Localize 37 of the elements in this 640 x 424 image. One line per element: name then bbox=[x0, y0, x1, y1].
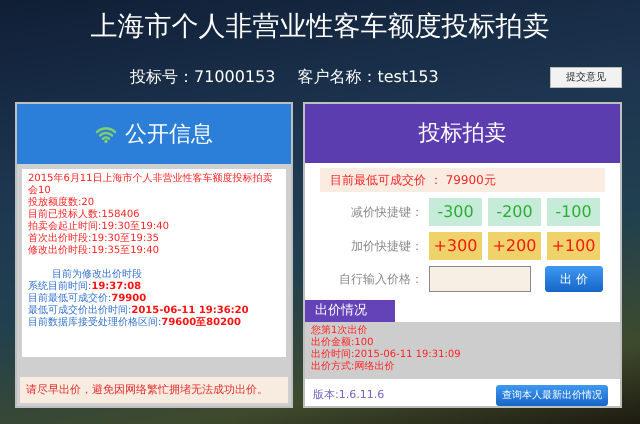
price-step-button[interactable]: -300 bbox=[429, 198, 482, 226]
price-input[interactable] bbox=[429, 266, 531, 292]
page-title: 上海市个人非营业性客车额度投标拍卖 bbox=[90, 10, 550, 44]
customer-name: 客户名称：test153 bbox=[297, 66, 439, 88]
submit-bid-button[interactable]: 出 价 bbox=[545, 266, 603, 292]
status-line: 您第1次出价 bbox=[311, 324, 368, 336]
version-text: 版本:1.6.11.6 bbox=[313, 387, 384, 404]
info-line: 拍卖会起止时间:19:30至19:40 bbox=[28, 221, 170, 232]
wifi-icon bbox=[95, 125, 117, 143]
info-line: 2015年6月11日上海市个人非营业性客车额度投标拍卖会10 bbox=[28, 173, 274, 196]
price-step-button[interactable]: +100 bbox=[547, 232, 600, 260]
status-line: 出价时间:2015-06-11 19:31:09 bbox=[311, 348, 462, 360]
price-step-button[interactable]: +300 bbox=[429, 232, 482, 260]
status-line: 系统目前时间:19:37:08 bbox=[28, 281, 142, 292]
info-line: 修改出价时段:19:35至19:40 bbox=[28, 245, 160, 257]
panel-title: 投标拍卖 bbox=[305, 104, 620, 164]
query-button[interactable]: 查询本人最新出价情况 bbox=[496, 385, 608, 406]
info-line: 投放额度数:20 bbox=[28, 197, 96, 208]
feedback-button[interactable]: 提交意见 bbox=[550, 67, 622, 88]
notice-text: 请尽早出价，避免因网络繁忙拥堵无法成功出价。 bbox=[20, 376, 288, 403]
price-step-button[interactable]: +200 bbox=[488, 232, 541, 260]
phase-text: 目前为修改出价时段 bbox=[51, 269, 143, 280]
lowest-price: 目前最低可成交价 ： 79900元 bbox=[320, 168, 605, 192]
row-label: 自行输入价格： bbox=[338, 271, 423, 288]
price-step-button[interactable]: -100 bbox=[547, 198, 600, 226]
status-line: 目前数据库接受处理价格区间:79600至80200 bbox=[28, 317, 242, 329]
row-label: 加价快捷键： bbox=[350, 238, 423, 256]
status-line: 出价金额:100 bbox=[311, 336, 374, 348]
info-line: 目前已投标人数:158406 bbox=[28, 209, 141, 220]
info-line: 首次出价时段:19:30至19:35 bbox=[28, 233, 160, 244]
panel-title: 公开信息 bbox=[125, 120, 213, 148]
status-line: 出价方式:网络出价 bbox=[311, 360, 396, 373]
bid-number: 投标号：71000153 bbox=[130, 66, 276, 88]
row-label: 减价快捷键： bbox=[350, 204, 423, 222]
status-line: 目前最低可成交价:79900 bbox=[28, 293, 148, 304]
price-step-button[interactable]: -200 bbox=[488, 198, 541, 226]
status-line: 最低可成交价出价时间:2015-06-11 19:36:20 bbox=[28, 305, 250, 316]
